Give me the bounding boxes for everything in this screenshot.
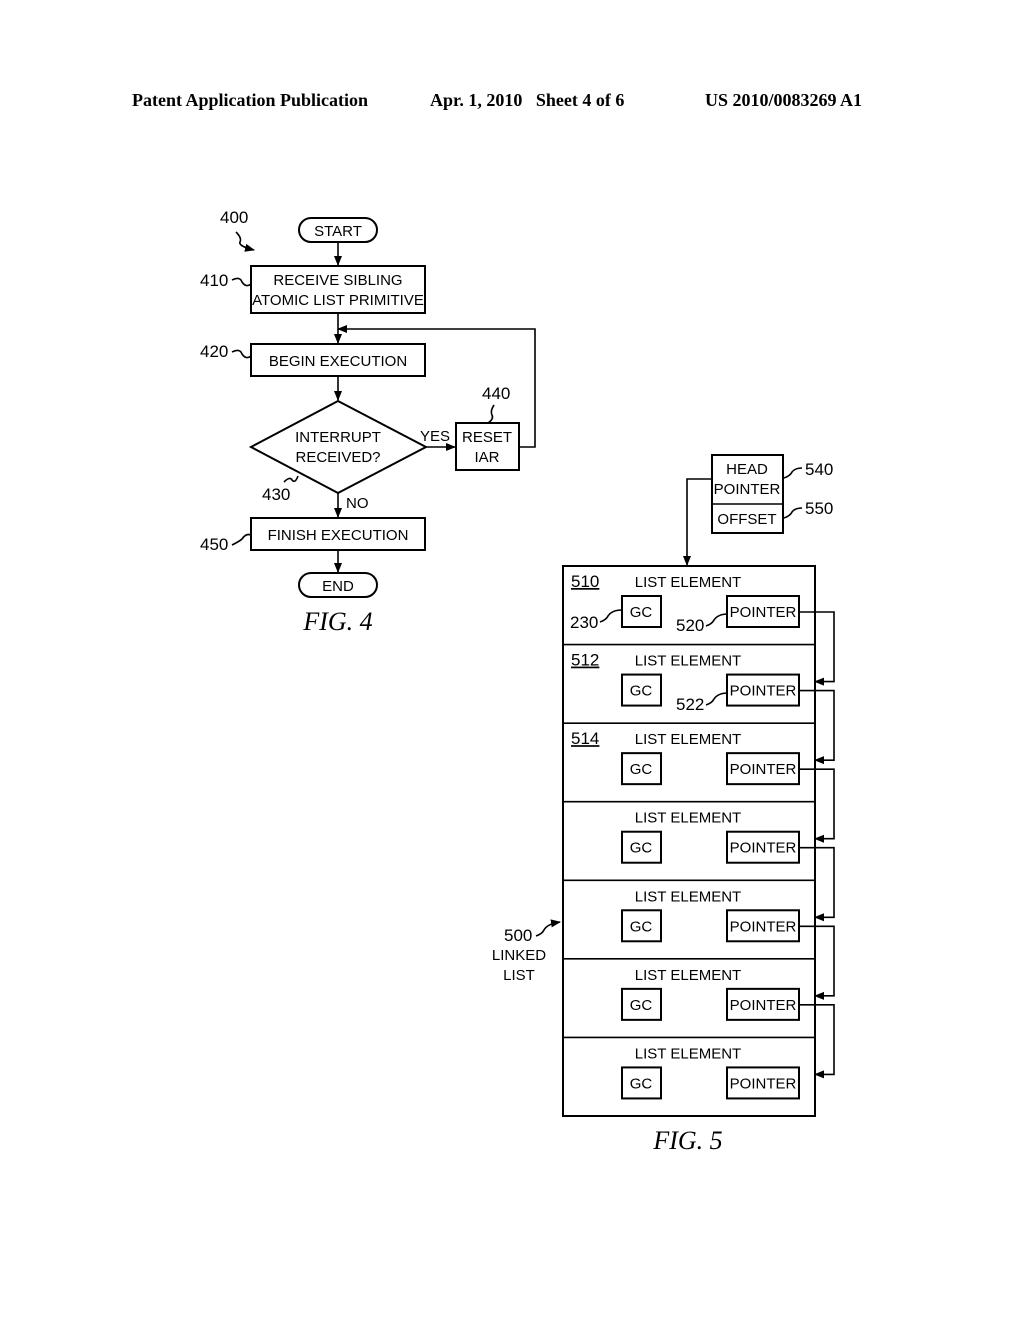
fig5-caption: FIG. 5 [652,1126,722,1155]
ref-410-leader [231,277,252,287]
list-element-title: LIST ELEMENT [635,653,741,670]
ref-400: 400 [220,208,248,227]
linked-list-line1: LINKED [492,947,546,964]
figures-canvas: 400 START RECEIVE SIBLING ATOMIC LIST PR… [200,208,835,1155]
linked-list-line2: LIST [503,967,535,984]
pointer-label: POINTER [730,918,797,935]
decision-430-line2: RECEIVED? [295,449,380,466]
gc-label: GC [630,840,653,857]
gc-label: GC [630,997,653,1014]
ref-540: 540 [805,460,833,479]
fig4-flowchart: 400 START RECEIVE SIBLING ATOMIC LIST PR… [200,208,536,636]
pointer-label: POINTER [730,604,797,621]
offset-label: OFFSET [717,511,776,528]
step-420-label: BEGIN EXECUTION [269,353,407,370]
head-line1: HEAD [726,461,768,478]
list-element-title: LIST ELEMENT [635,967,741,984]
step-450-label: FINISH EXECUTION [268,527,409,544]
yes-label: YES [420,428,450,445]
ref-420-leader [231,349,252,359]
no-label: NO [346,495,369,512]
step-440-line1: RESET [462,429,512,446]
ref-400-arrow [235,231,255,252]
list-element-ref: 510 [571,572,599,591]
list-element-title: LIST ELEMENT [635,731,741,748]
gc-label: GC [630,683,653,700]
ref-440-leader [487,404,495,424]
step-440-line2: IAR [474,449,499,466]
ref-500: 500 [504,926,532,945]
pointer-label: POINTER [730,997,797,1014]
pointer-label: POINTER [730,761,797,778]
decision-430-diamond [248,399,429,495]
fig5-linked-list: HEAD POINTER OFFSET 540 550 510 LIST ELEM… [492,454,835,1155]
pointer-label: POINTER [730,683,797,700]
list-element-title: LIST ELEMENT [635,888,741,905]
ref-440: 440 [482,384,510,403]
decision-430-line1: INTERRUPT [295,429,381,446]
ref-430-leader [283,475,299,483]
ref-450-leader [231,533,252,546]
list-element-title: LIST ELEMENT [635,810,741,827]
ref-230: 230 [570,613,598,632]
start-label: START [314,223,362,240]
ref-540-leader [783,467,803,479]
pointer-label: POINTER [730,840,797,857]
gc-label: GC [630,1075,653,1092]
ref-410: 410 [200,271,228,290]
end-label: END [322,578,354,595]
ref-450: 450 [200,535,228,554]
gc-label: GC [630,604,653,621]
head-pointer-arrow [683,478,712,566]
ref-522: 522 [676,695,704,714]
ref-550: 550 [805,499,833,518]
ref-550-leader [783,507,803,519]
list-element-ref: 514 [571,729,599,748]
list-element-title: LIST ELEMENT [635,1045,741,1062]
fig4-caption: FIG. 4 [302,607,372,636]
gc-label: GC [630,918,653,935]
ref-430: 430 [262,485,290,504]
ref-520: 520 [676,616,704,635]
step-410-line1: RECEIVE SIBLING [273,272,402,289]
pointer-label: POINTER [730,1075,797,1092]
list-element-ref: 512 [571,651,599,670]
ref-420: 420 [200,342,228,361]
gc-label: GC [630,761,653,778]
list-element-title: LIST ELEMENT [635,574,741,591]
head-line2: POINTER [714,481,781,498]
step-410-line2: ATOMIC LIST PRIMITIVE [252,292,424,309]
ref-500-arrow [535,919,561,937]
